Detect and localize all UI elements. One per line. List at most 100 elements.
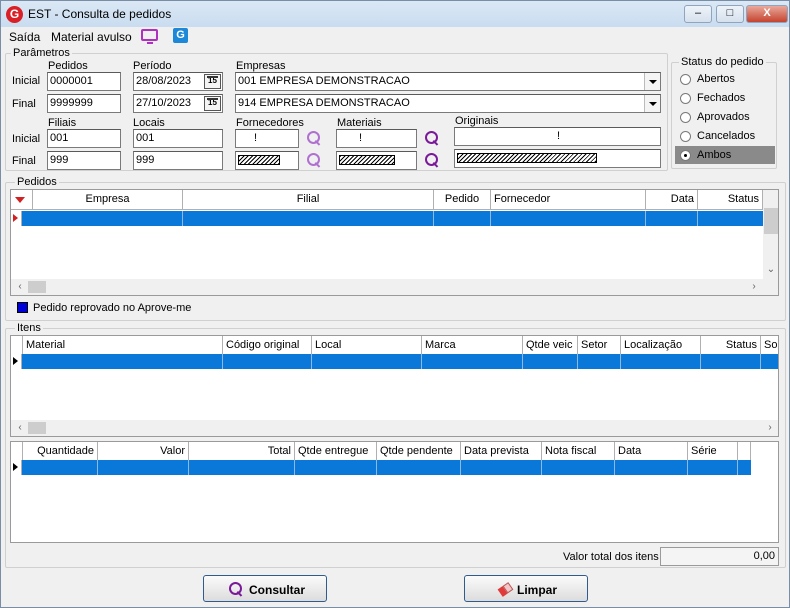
radio-ambos[interactable]: Ambos	[675, 146, 775, 164]
itens-detail-grid[interactable]: Quantidade Valor Total Qtde entregue Qtd…	[10, 441, 779, 543]
radio-fechados[interactable]: Fechados	[675, 89, 775, 107]
local-inicial-input[interactable]: 001	[133, 129, 223, 148]
empresa-inicial-select[interactable]: 001 EMPRESA DEMONSTRACAO	[235, 72, 661, 91]
itens-header-indicator[interactable]	[11, 336, 23, 356]
original-final-input[interactable]	[454, 149, 661, 168]
search-icon-material-final[interactable]	[424, 152, 440, 168]
g-app-icon[interactable]: G	[173, 28, 188, 43]
table-cell[interactable]	[223, 354, 312, 369]
detail-header-qtde-pendente[interactable]: Qtde pendente	[377, 442, 461, 462]
table-cell[interactable]	[578, 354, 621, 369]
table-cell[interactable]	[312, 354, 422, 369]
table-cell[interactable]	[461, 460, 542, 475]
menu-saida[interactable]: Saída	[9, 30, 40, 44]
itens-header-so[interactable]: So	[761, 336, 778, 356]
material-inicial-input[interactable]: !	[336, 129, 417, 148]
radio-circle[interactable]	[680, 74, 691, 85]
pedidos-header-status[interactable]: Status	[698, 190, 763, 210]
search-icon-material-inicial[interactable]	[424, 130, 440, 146]
detail-header-quantidade[interactable]: Quantidade	[23, 442, 98, 462]
radio-circle[interactable]	[680, 131, 691, 142]
limpar-button[interactable]: Limpar	[464, 575, 588, 602]
radio-abertos[interactable]: Abertos	[675, 70, 775, 88]
table-row[interactable]	[11, 460, 751, 475]
table-cell[interactable]	[646, 211, 698, 226]
detail-header-extra[interactable]	[738, 442, 751, 462]
radio-aprovados[interactable]: Aprovados	[675, 108, 775, 126]
close-button[interactable]: X	[746, 5, 788, 23]
table-cell[interactable]	[523, 354, 578, 369]
original-inicial-input[interactable]: !	[454, 127, 661, 146]
table-cell[interactable]	[422, 354, 523, 369]
search-icon-fornecedor-inicial[interactable]	[306, 130, 322, 146]
itens-header-marca[interactable]: Marca	[422, 336, 523, 356]
calendar-icon-final[interactable]: 15	[204, 96, 221, 111]
radio-cancelados[interactable]: Cancelados	[675, 127, 775, 145]
scroll-thumb[interactable]	[764, 208, 778, 234]
table-cell[interactable]	[33, 211, 183, 226]
itens-hscroll[interactable]: ‹ ›	[11, 420, 778, 436]
empresa-final-select[interactable]: 914 EMPRESA DEMONSTRACAO	[235, 94, 661, 113]
monitor-icon[interactable]	[141, 29, 158, 44]
scroll-right-icon[interactable]: ›	[763, 421, 777, 435]
table-cell[interactable]	[189, 460, 295, 475]
detail-header-total[interactable]: Total	[189, 442, 295, 462]
radio-circle[interactable]	[680, 93, 691, 104]
menu-material-avulso[interactable]: Material avulso	[51, 30, 132, 44]
pedidos-header-empresa[interactable]: Empresa	[33, 190, 183, 210]
pedidos-header-fornecedor[interactable]: Fornecedor	[491, 190, 646, 210]
scroll-thumb[interactable]	[28, 281, 46, 293]
maximize-button[interactable]: □	[716, 5, 744, 23]
table-cell[interactable]	[23, 460, 98, 475]
scroll-down-icon[interactable]: ⌄	[764, 263, 778, 277]
pedidos-header-data[interactable]: Data	[646, 190, 698, 210]
radio-circle[interactable]	[680, 112, 691, 123]
filial-inicial-input[interactable]: 001	[47, 129, 121, 148]
table-cell[interactable]	[377, 460, 461, 475]
table-cell[interactable]	[621, 354, 701, 369]
detail-header-indicator[interactable]	[11, 442, 23, 462]
table-row[interactable]	[11, 354, 778, 369]
scroll-left-icon[interactable]: ‹	[13, 280, 27, 294]
table-cell[interactable]	[23, 354, 223, 369]
radio-circle-selected[interactable]	[680, 150, 691, 161]
chevron-down-icon[interactable]	[644, 95, 660, 112]
table-cell[interactable]	[688, 460, 738, 475]
itens-header-codigo-original[interactable]: Código original	[223, 336, 312, 356]
pedidos-header-pedido[interactable]: Pedido	[434, 190, 491, 210]
detail-header-data-prevista[interactable]: Data prevista	[461, 442, 542, 462]
scroll-left-icon[interactable]: ‹	[13, 421, 27, 435]
table-cell[interactable]	[542, 460, 615, 475]
pedidos-vscroll[interactable]: ⌄	[763, 190, 778, 279]
pedido-inicial-input[interactable]: 0000001	[47, 72, 121, 91]
pedidos-header-indicator[interactable]	[11, 190, 33, 210]
pedidos-grid[interactable]: Empresa Filial Pedido Fornecedor Data St…	[10, 189, 779, 296]
pedido-final-input[interactable]: 9999999	[47, 94, 121, 113]
itens-header-setor[interactable]: Setor	[578, 336, 621, 356]
table-row[interactable]	[11, 211, 763, 226]
detail-header-qtde-entregue[interactable]: Qtde entregue	[295, 442, 377, 462]
chevron-down-icon[interactable]	[644, 73, 660, 90]
detail-header-data[interactable]: Data	[615, 442, 688, 462]
detail-header-valor[interactable]: Valor	[98, 442, 189, 462]
scroll-thumb[interactable]	[28, 422, 46, 434]
minimize-button[interactable]: –	[684, 5, 712, 23]
detail-header-serie[interactable]: Série	[688, 442, 738, 462]
table-cell[interactable]	[434, 211, 491, 226]
itens-header-local[interactable]: Local	[312, 336, 422, 356]
table-cell[interactable]	[98, 460, 189, 475]
scroll-right-icon[interactable]: ›	[747, 280, 761, 294]
fornecedor-inicial-input[interactable]: !	[235, 129, 299, 148]
pedidos-hscroll[interactable]: ‹ ›	[11, 279, 778, 295]
detail-header-nota-fiscal[interactable]: Nota fiscal	[542, 442, 615, 462]
fornecedor-final-input[interactable]	[235, 151, 299, 170]
table-cell[interactable]	[295, 460, 377, 475]
pedidos-header-filial[interactable]: Filial	[183, 190, 434, 210]
itens-header-material[interactable]: Material	[23, 336, 223, 356]
table-cell[interactable]	[183, 211, 434, 226]
title-bar[interactable]: G EST - Consulta de pedidos – □ X	[1, 1, 789, 27]
consultar-button[interactable]: Consultar	[203, 575, 327, 602]
table-cell[interactable]	[701, 354, 761, 369]
itens-grid[interactable]: Material Código original Local Marca Qtd…	[10, 335, 779, 437]
calendar-icon-inicial[interactable]: 15	[204, 74, 221, 89]
